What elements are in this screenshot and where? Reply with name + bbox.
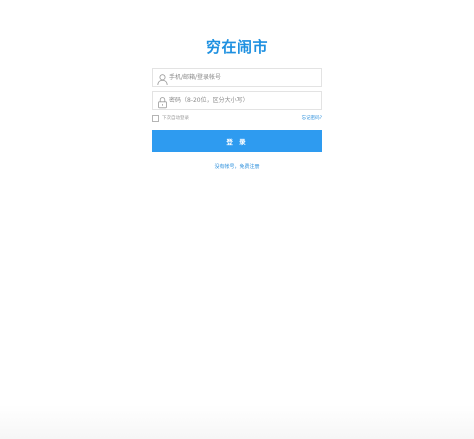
options-row: 下次自动登录 忘记密码? (152, 115, 322, 123)
register-link[interactable]: 没有帐号，免费注册 (152, 163, 322, 171)
remember-label: 下次自动登录 (162, 116, 189, 121)
account-input[interactable] (169, 69, 319, 86)
forgot-password-link[interactable]: 忘记密码? (302, 115, 322, 122)
login-button[interactable]: 登 录 (152, 130, 322, 152)
brand-title: 穷在闹市 (205, 38, 268, 56)
user-icon (156, 71, 169, 86)
login-form: 下次自动登录 忘记密码? 登 录 没有帐号，免费注册 (152, 68, 322, 171)
password-field (152, 91, 322, 110)
password-input[interactable] (169, 92, 319, 109)
login-page: 穷在闹市 下次自动登录 (0, 0, 474, 439)
account-field (152, 68, 322, 87)
lock-icon (156, 94, 169, 109)
remember-me[interactable]: 下次自动登录 (152, 115, 189, 122)
remember-checkbox[interactable] (152, 115, 159, 122)
